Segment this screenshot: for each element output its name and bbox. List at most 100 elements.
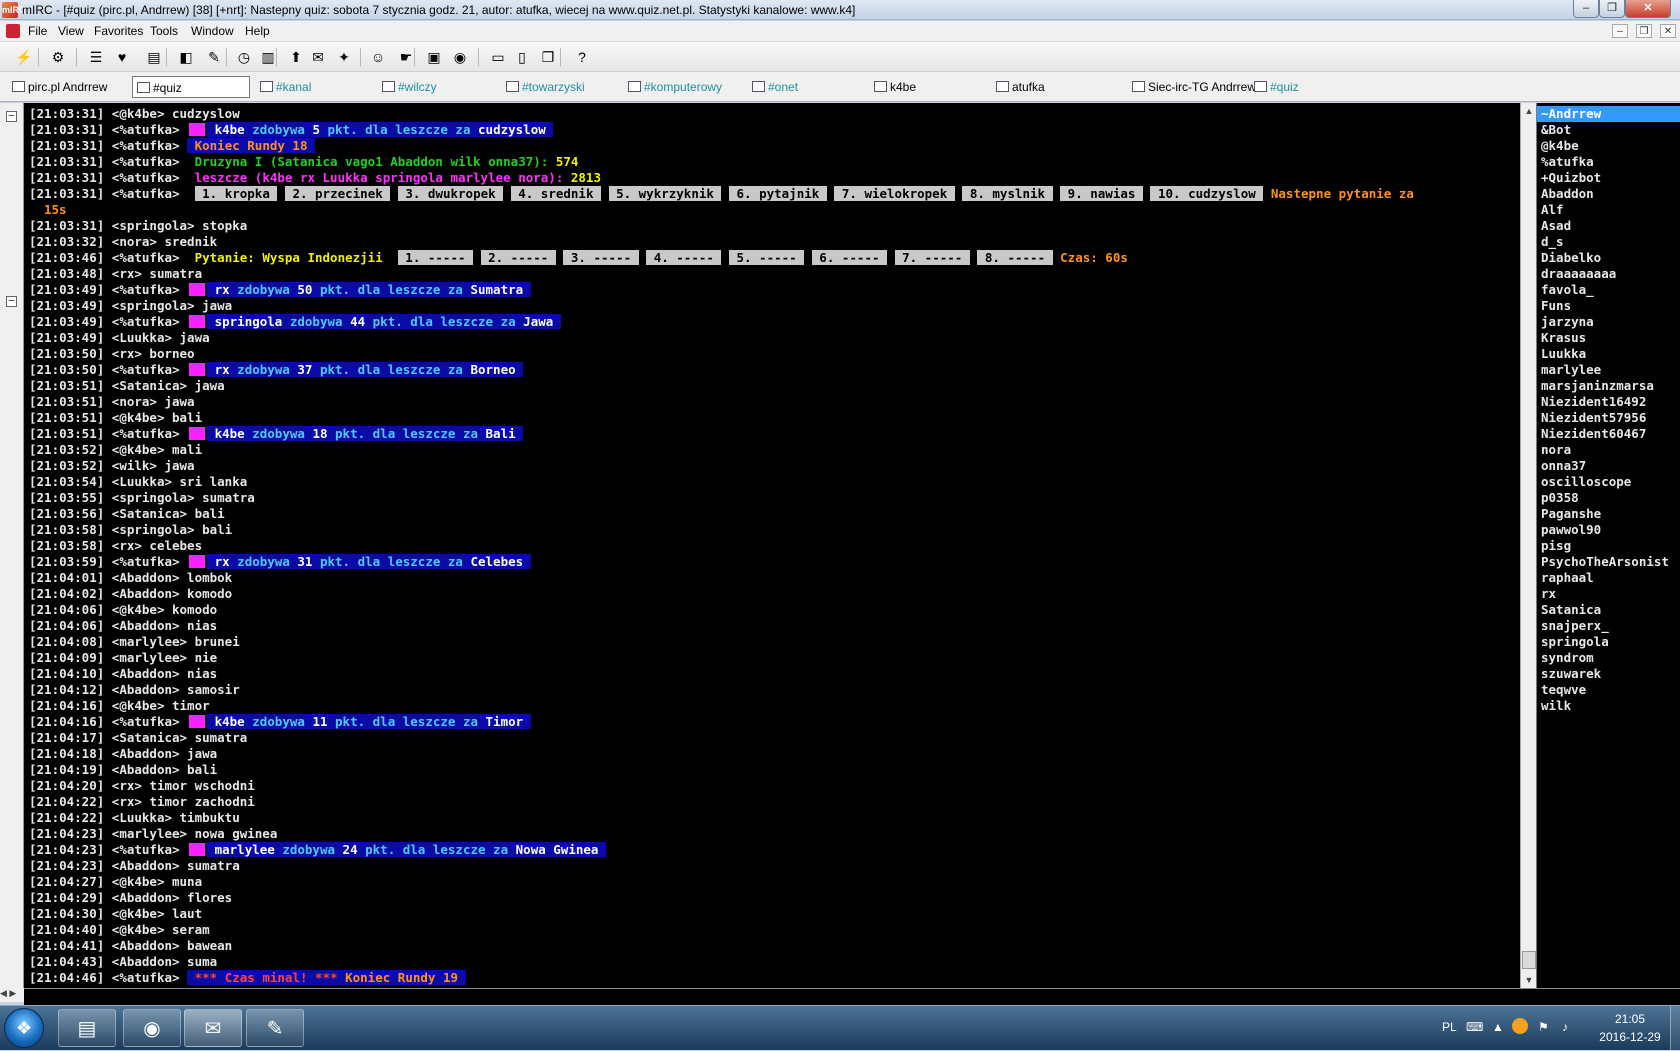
maximize-button[interactable]: ❐ xyxy=(1599,0,1625,18)
switchbar-tab[interactable]: k4be xyxy=(870,76,980,98)
nick-list-item[interactable]: Niezident57956 xyxy=(1537,410,1680,426)
explorer-icon[interactable]: ▤ xyxy=(58,1009,116,1047)
horizontal-scroll-arrows[interactable]: ◀ ▶ xyxy=(0,988,24,1002)
switchbar-tab[interactable]: #kanal xyxy=(256,76,366,98)
scroll-down-icon[interactable]: ▼ xyxy=(1521,972,1537,988)
switchbar-tab[interactable]: #komputerowy xyxy=(624,76,734,98)
mdi-minimize-button[interactable]: – xyxy=(1612,24,1628,38)
scroll-up-icon[interactable]: ▲ xyxy=(1521,103,1537,119)
options-icon[interactable]: ⚙ xyxy=(48,47,68,67)
nick-list-item[interactable]: Niezident16492 xyxy=(1537,394,1680,410)
received-files-icon[interactable]: ▣ xyxy=(424,47,444,67)
scripts-editor-icon[interactable]: ✎ xyxy=(204,47,224,67)
menu-file[interactable]: File xyxy=(28,24,47,38)
colors-icon[interactable]: ◧ xyxy=(176,47,196,67)
paint-icon[interactable]: ✎ xyxy=(246,1009,304,1047)
nick-list-item[interactable]: draaaaaaaa xyxy=(1537,266,1680,282)
menu-help[interactable]: Help xyxy=(245,24,270,38)
show-desktop-button[interactable] xyxy=(1670,1006,1680,1051)
keyboard-icon[interactable]: ⌨ xyxy=(1466,1020,1483,1034)
address-book-icon[interactable]: ▤ xyxy=(144,47,164,67)
mdi-close-button[interactable]: ✕ xyxy=(1660,24,1676,38)
dcc-options-icon[interactable]: ✦ xyxy=(334,47,354,67)
nick-list-item[interactable]: p0358 xyxy=(1537,490,1680,506)
message-input[interactable] xyxy=(24,988,1680,1005)
nick-list-item[interactable]: teqwve xyxy=(1537,682,1680,698)
tile-horizontal-icon[interactable]: ▭ xyxy=(488,47,508,67)
nick-list-item[interactable]: Niezident60467 xyxy=(1537,426,1680,442)
collapse-marker[interactable]: – xyxy=(6,296,17,307)
nick-list-item[interactable]: snajperx_ xyxy=(1537,618,1680,634)
channel-window-icon[interactable] xyxy=(6,24,20,38)
nick-list-item[interactable]: springola xyxy=(1537,634,1680,650)
menu-view[interactable]: View xyxy=(58,24,84,38)
switchbar-tab[interactable]: pirc.pl Andrrew xyxy=(8,76,120,98)
nick-list-item[interactable]: Krasus xyxy=(1537,330,1680,346)
action-center-icon[interactable]: ⚑ xyxy=(1538,1020,1549,1034)
menu-favorites[interactable]: Favorites xyxy=(94,24,143,38)
nick-list-item[interactable]: rx xyxy=(1537,586,1680,602)
nick-list-item[interactable]: raphaal xyxy=(1537,570,1680,586)
minimize-button[interactable]: – xyxy=(1573,0,1599,18)
nick-list-item[interactable]: onna37 xyxy=(1537,458,1680,474)
nick-list-item[interactable]: Alf xyxy=(1537,202,1680,218)
menu-window[interactable]: Window xyxy=(191,24,234,38)
collapse-marker[interactable]: – xyxy=(6,111,17,122)
mdi-restore-button[interactable]: ❐ xyxy=(1636,24,1652,38)
chat-log[interactable]: [21:03:31] <@k4be> cudzyslow [21:03:31] <… xyxy=(24,103,1520,988)
tile-vertical-icon[interactable]: ▯ xyxy=(512,47,532,67)
help-icon[interactable]: ? xyxy=(572,47,592,67)
nick-list-item[interactable]: favola_ xyxy=(1537,282,1680,298)
nick-list-item[interactable]: ~Andrrew xyxy=(1537,106,1680,122)
close-button[interactable]: ✕ xyxy=(1625,0,1671,18)
nick-list-item[interactable]: syndrom xyxy=(1537,650,1680,666)
language-indicator[interactable]: PL xyxy=(1442,1020,1457,1034)
nick-list[interactable]: ~Andrrew &Bot @k4be %atufka +Quizbot Abaddon A… xyxy=(1536,103,1680,988)
switchbar-tab[interactable]: Siec-irc-TG Andrrew xyxy=(1128,76,1256,98)
connect-icon[interactable]: ⚡ xyxy=(14,47,34,67)
scroll-thumb[interactable] xyxy=(1522,951,1536,969)
nick-list-item[interactable]: PsychoTheArsonist xyxy=(1537,554,1680,570)
finger-icon[interactable]: ☛ xyxy=(396,47,416,67)
nick-list-item[interactable]: Diabelko xyxy=(1537,250,1680,266)
nick-list-item[interactable]: d_s xyxy=(1537,234,1680,250)
nick-list-item[interactable]: Abaddon xyxy=(1537,186,1680,202)
favorites-icon[interactable]: ♥ xyxy=(112,47,132,67)
nick-list-item[interactable]: Satanica xyxy=(1537,602,1680,618)
urls-list-icon[interactable]: ▥ xyxy=(258,47,278,67)
switchbar-tab[interactable]: #onet xyxy=(748,76,858,98)
nick-list-item[interactable]: wilk xyxy=(1537,698,1680,714)
switchbar-tab[interactable]: #quiz xyxy=(1250,76,1340,98)
volume-icon[interactable]: ♪ xyxy=(1562,1020,1568,1034)
nick-list-item[interactable]: marlylee xyxy=(1537,362,1680,378)
nick-list-item[interactable]: Asad xyxy=(1537,218,1680,234)
dcc-send-icon[interactable]: ⬆ xyxy=(286,47,306,67)
channels-list-icon[interactable]: ☰ xyxy=(86,47,106,67)
dcc-chat-icon[interactable]: ✉ xyxy=(308,47,328,67)
avast-icon[interactable] xyxy=(1512,1018,1528,1034)
logs-icon[interactable]: ◉ xyxy=(450,47,470,67)
menu-tools[interactable]: Tools xyxy=(150,24,178,38)
notify-list-icon[interactable]: ☺ xyxy=(368,47,388,67)
start-button[interactable]: ❖ xyxy=(4,1008,44,1048)
nick-list-item[interactable]: nora xyxy=(1537,442,1680,458)
show-hidden-icons-icon[interactable]: ▲ xyxy=(1492,1020,1504,1034)
cascade-icon[interactable]: ❐ xyxy=(538,47,558,67)
nick-list-item[interactable]: Luukka xyxy=(1537,346,1680,362)
nick-list-item[interactable]: oscilloscope xyxy=(1537,474,1680,490)
mirc-icon[interactable]: ✉ xyxy=(184,1009,242,1047)
switchbar-tab[interactable]: atufka xyxy=(992,76,1112,98)
nick-list-item[interactable]: @k4be xyxy=(1537,138,1680,154)
mirc-app-icon[interactable]: mIRC xyxy=(2,2,26,18)
nick-list-item[interactable]: pisg xyxy=(1537,538,1680,554)
nick-list-item[interactable]: Funs xyxy=(1537,298,1680,314)
chat-scrollbar[interactable]: ▲ ▼ xyxy=(1520,103,1536,988)
timer-icon[interactable]: ◷ xyxy=(234,47,254,67)
nick-list-item[interactable]: pawwol90 xyxy=(1537,522,1680,538)
clock-time[interactable]: 21:05 xyxy=(1608,1012,1652,1026)
switchbar-tab[interactable]: #towarzyski xyxy=(502,76,612,98)
nick-list-item[interactable]: marsjaninzmarsa xyxy=(1537,378,1680,394)
nick-list-item[interactable]: jarzyna xyxy=(1537,314,1680,330)
nick-list-item[interactable]: Paganshe xyxy=(1537,506,1680,522)
clock-date[interactable]: 2016-12-29 xyxy=(1592,1030,1668,1044)
